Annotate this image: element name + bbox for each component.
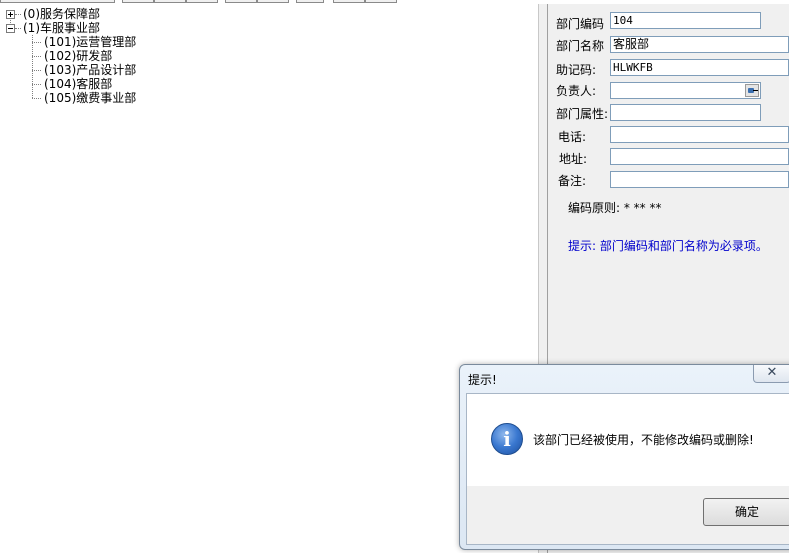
tree-node-car-service[interactable]: (1)车服事业部 (23, 21, 100, 35)
toolbar-button[interactable] (186, 0, 218, 3)
code-rule-text: 编码原则: * ** ** (568, 201, 662, 215)
ok-button[interactable]: 确定 (703, 498, 789, 526)
tree-connector (15, 28, 21, 30)
dialog-message: 该部门已经被使用，不能修改编码或删除! (533, 433, 754, 447)
tree-node-rnd[interactable]: (102)研发部 (44, 49, 112, 63)
note-label: 备注: (558, 174, 587, 188)
info-icon: i (491, 423, 523, 455)
tree-connector (32, 42, 41, 44)
dialog-title: 提示! (468, 373, 497, 387)
address-label: 地址: (559, 152, 588, 166)
attribute-field[interactable] (610, 104, 761, 121)
message-dialog: 提示! ✕ i 该部门已经被使用，不能修改编码或删除! 确定 (459, 364, 789, 550)
dept-code-label: 部门编码 (556, 17, 605, 31)
toolbar-button[interactable] (0, 0, 115, 3)
toolbar-button[interactable] (365, 0, 397, 3)
tree-node-operations[interactable]: (101)运营管理部 (44, 35, 136, 49)
toolbar-button[interactable] (333, 0, 365, 3)
mnemonic-field[interactable]: HLWKFB (610, 59, 789, 76)
note-field[interactable] (610, 171, 789, 188)
phone-label: 电话: (558, 130, 587, 144)
collapse-icon[interactable] (6, 24, 15, 33)
address-field[interactable] (610, 148, 789, 165)
dialog-body: i 该部门已经被使用，不能修改编码或删除! 确定 (466, 393, 789, 545)
mnemonic-label: 助记码: (556, 63, 597, 77)
attribute-label: 部门属性: (556, 107, 609, 121)
close-icon[interactable]: ✕ (753, 365, 789, 383)
toolbar-button[interactable] (122, 0, 154, 3)
toolbar-button[interactable] (154, 0, 186, 3)
tree-connector (32, 35, 34, 98)
tree-connector (32, 98, 41, 100)
tree-connector (32, 56, 41, 58)
manager-field[interactable] (610, 82, 761, 99)
expand-icon[interactable] (6, 10, 15, 19)
dept-name-field[interactable]: 客服部 (610, 36, 789, 53)
tree-connector (32, 84, 41, 86)
tree-node-payment[interactable]: (105)缴费事业部 (44, 91, 136, 105)
required-hint: 提示: 部门编码和部门名称为必录项。 (568, 239, 768, 253)
tree-connector (15, 14, 21, 16)
manager-label: 负责人: (556, 84, 597, 98)
toolbar-button[interactable] (225, 0, 257, 3)
phone-field[interactable] (610, 126, 789, 143)
toolbar-button[interactable] (257, 0, 289, 3)
tree-node-customer-service[interactable]: (104)客服部 (44, 77, 112, 91)
tree-node-product-design[interactable]: (103)产品设计部 (44, 63, 136, 77)
dept-name-label: 部门名称 (556, 39, 605, 53)
tree-node-service[interactable]: (0)服务保障部 (23, 7, 100, 21)
toolbar-button[interactable] (296, 0, 324, 3)
dept-code-field[interactable]: 104 (610, 12, 761, 29)
tree-connector (32, 70, 41, 72)
lookup-icon[interactable] (745, 84, 759, 97)
